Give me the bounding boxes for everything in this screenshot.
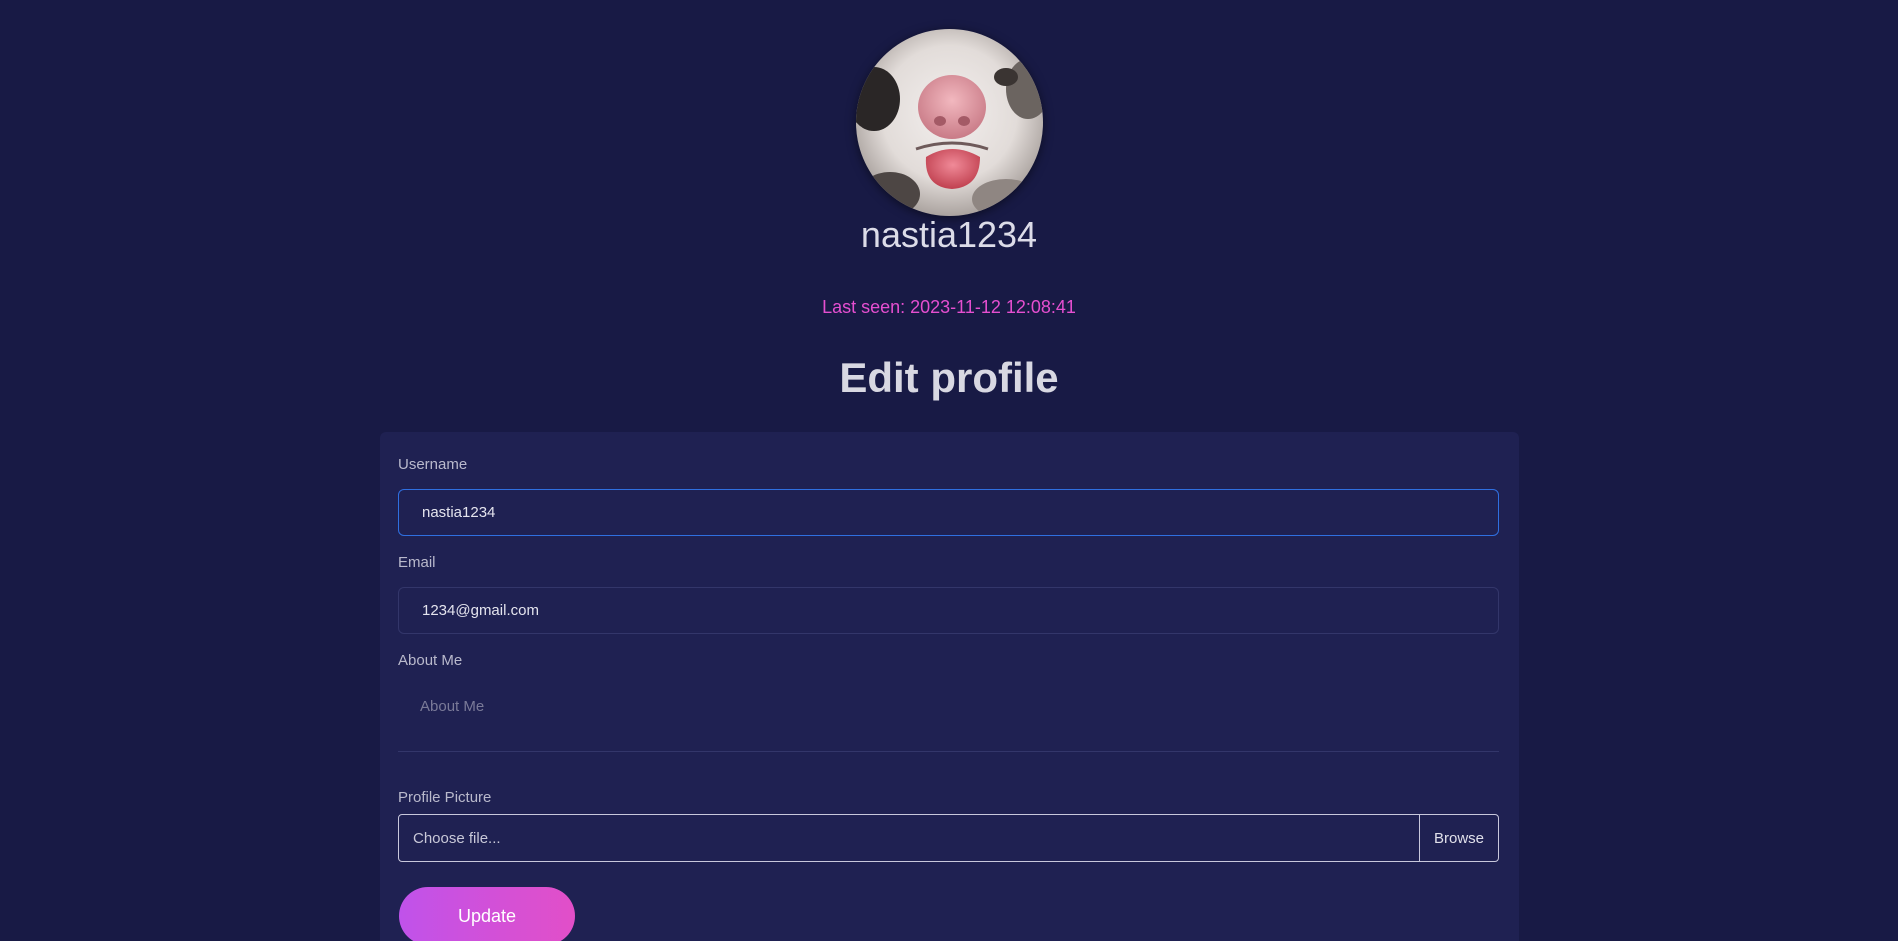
profile-username: nastia1234: [860, 214, 1038, 255]
email-input[interactable]: [398, 587, 1499, 634]
about-me-label: About Me: [398, 652, 463, 669]
file-input-placeholder: Choose file...: [413, 829, 501, 847]
about-me-textarea[interactable]: [398, 676, 1499, 752]
profile-picture-file-input[interactable]: Choose file... Browse: [398, 814, 1499, 862]
email-label: Email: [398, 554, 436, 571]
profile-photo-cat-icon: [856, 29, 1043, 216]
page-title: Edit profile: [839, 354, 1059, 401]
username-label: Username: [398, 456, 468, 473]
username-input[interactable]: [398, 489, 1499, 536]
profile-picture-label: Profile Picture: [398, 789, 492, 806]
edit-profile-form: Username Email About Me Profile Picture …: [380, 432, 1519, 941]
update-button[interactable]: Update: [399, 887, 575, 941]
browse-button[interactable]: Browse: [1419, 815, 1498, 861]
profile-avatar: [856, 29, 1043, 216]
profile-page: nastia1234 Last seen: 2023-11-12 12:08:4…: [0, 0, 1898, 941]
last-seen-text: Last seen: 2023-11-12 12:08:41: [822, 297, 1076, 317]
